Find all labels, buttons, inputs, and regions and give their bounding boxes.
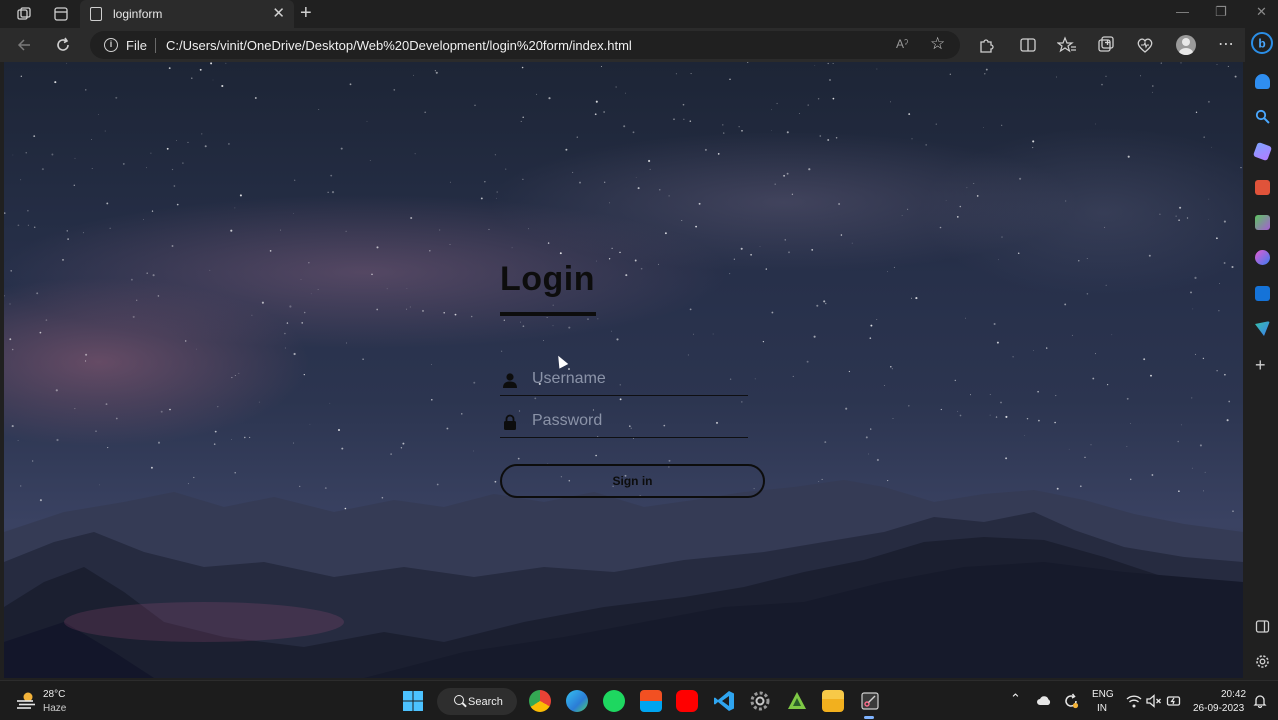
back-arrow-icon[interactable] [15,36,33,54]
games-icon[interactable] [1255,215,1270,230]
page-viewport: Login Sign in [4,62,1243,678]
close-tab-icon[interactable]: ✕ [272,4,285,22]
chrome-icon[interactable] [529,690,551,712]
edge-icon[interactable] [566,690,588,712]
site-info-icon[interactable]: i [104,38,118,52]
navigation-bar: i File C:/Users/vinit/OneDrive/Desktop/W… [0,28,1278,62]
heading-underline [500,312,596,316]
add-sidebar-app-icon[interactable]: + [1255,355,1266,376]
show-hidden-icons-chevron-icon[interactable]: ⌃ [1010,691,1021,707]
tab-actions-icon[interactable] [53,6,69,22]
weather-haze-icon[interactable] [16,691,36,709]
input-region[interactable]: IN [1097,703,1107,714]
tab-title: loginform [113,7,163,21]
sign-in-button[interactable]: Sign in [500,464,765,498]
address-scheme-label: File [126,38,147,53]
clock-time[interactable]: 20:42 [1221,689,1246,700]
edge-sidebar: b + [1245,28,1278,680]
read-aloud-icon[interactable]: Aˀ [896,37,908,51]
more-options-icon[interactable]: ⋯ [1216,35,1236,55]
workspaces-icon[interactable] [16,6,32,22]
sync-icon[interactable] [1063,693,1079,709]
battery-charging-icon[interactable] [1166,693,1182,709]
favorite-star-icon[interactable]: ☆ [930,34,945,54]
app-launcher-icon[interactable] [786,690,808,712]
tab-loginform[interactable]: loginform ✕ [80,0,294,28]
youtube-icon[interactable] [676,690,698,712]
drop-icon[interactable] [1255,321,1270,336]
username-input[interactable] [532,368,742,390]
close-window-button[interactable]: ✕ [1256,4,1267,20]
wifi-icon[interactable] [1126,694,1142,708]
input-language[interactable]: ENG [1092,689,1114,700]
hide-sidebar-icon[interactable] [1255,619,1270,634]
extensions-icon[interactable] [976,35,996,55]
onedrive-cloud-icon[interactable] [1036,695,1052,706]
address-separator [155,38,156,53]
windows-start-icon[interactable] [402,690,424,712]
shopping-icon[interactable] [1252,141,1273,162]
sidebar-settings-icon[interactable] [1255,654,1270,669]
tab-bar: loginform ✕ + — ❐ ✕ [0,0,1278,28]
password-field [500,406,748,438]
file-explorer-icon[interactable] [822,690,844,712]
spotify-icon[interactable] [603,690,625,712]
password-input[interactable] [532,410,742,432]
split-screen-icon[interactable] [1018,35,1038,55]
maximize-button[interactable]: ❐ [1215,4,1227,20]
search-icon[interactable] [1255,109,1270,124]
notification-bell-icon[interactable] [1253,694,1267,708]
profile-avatar[interactable] [1176,35,1196,55]
tools-icon[interactable] [1255,180,1270,195]
search-icon [454,695,464,705]
windows-taskbar: 28°C Haze Search ⌃ ENG IN 20:42 26-09-20… [0,680,1278,720]
svg-text:b: b [1258,37,1265,51]
volume-muted-icon[interactable] [1146,694,1162,708]
page-icon [90,7,102,21]
login-heading: Login [500,260,596,298]
refresh-icon[interactable] [54,36,72,54]
microsoft-store-icon[interactable] [640,690,662,712]
minimize-button[interactable]: — [1176,4,1189,19]
clock-date[interactable]: 26-09-2023 [1193,703,1244,714]
username-field [500,364,748,396]
address-bar[interactable]: i File C:/Users/vinit/OneDrive/Desktop/W… [90,31,960,59]
active-app-indicator [864,716,874,719]
new-tab-button[interactable]: + [300,2,312,25]
browser-essentials-icon[interactable] [1135,35,1155,55]
lock-icon [504,414,516,430]
outlook-icon[interactable] [1255,286,1270,301]
weather-temperature: 28°C [43,689,66,700]
favorites-icon[interactable] [1057,35,1077,55]
copilot-icon[interactable]: b [1251,32,1273,54]
settings-gear-icon[interactable] [749,690,771,712]
vscode-icon[interactable] [713,690,735,712]
taskbar-search-label: Search [468,696,503,708]
taskbar-search-button[interactable]: Search [437,688,517,715]
microsoft-365-icon[interactable] [1255,250,1270,265]
weather-condition: Haze [43,703,67,714]
address-url[interactable]: C:/Users/vinit/OneDrive/Desktop/Web%20De… [166,38,632,53]
snipping-tool-icon[interactable] [859,690,881,712]
notifications-icon[interactable] [1255,74,1270,89]
user-icon [503,373,517,388]
collections-icon[interactable] [1096,35,1116,55]
